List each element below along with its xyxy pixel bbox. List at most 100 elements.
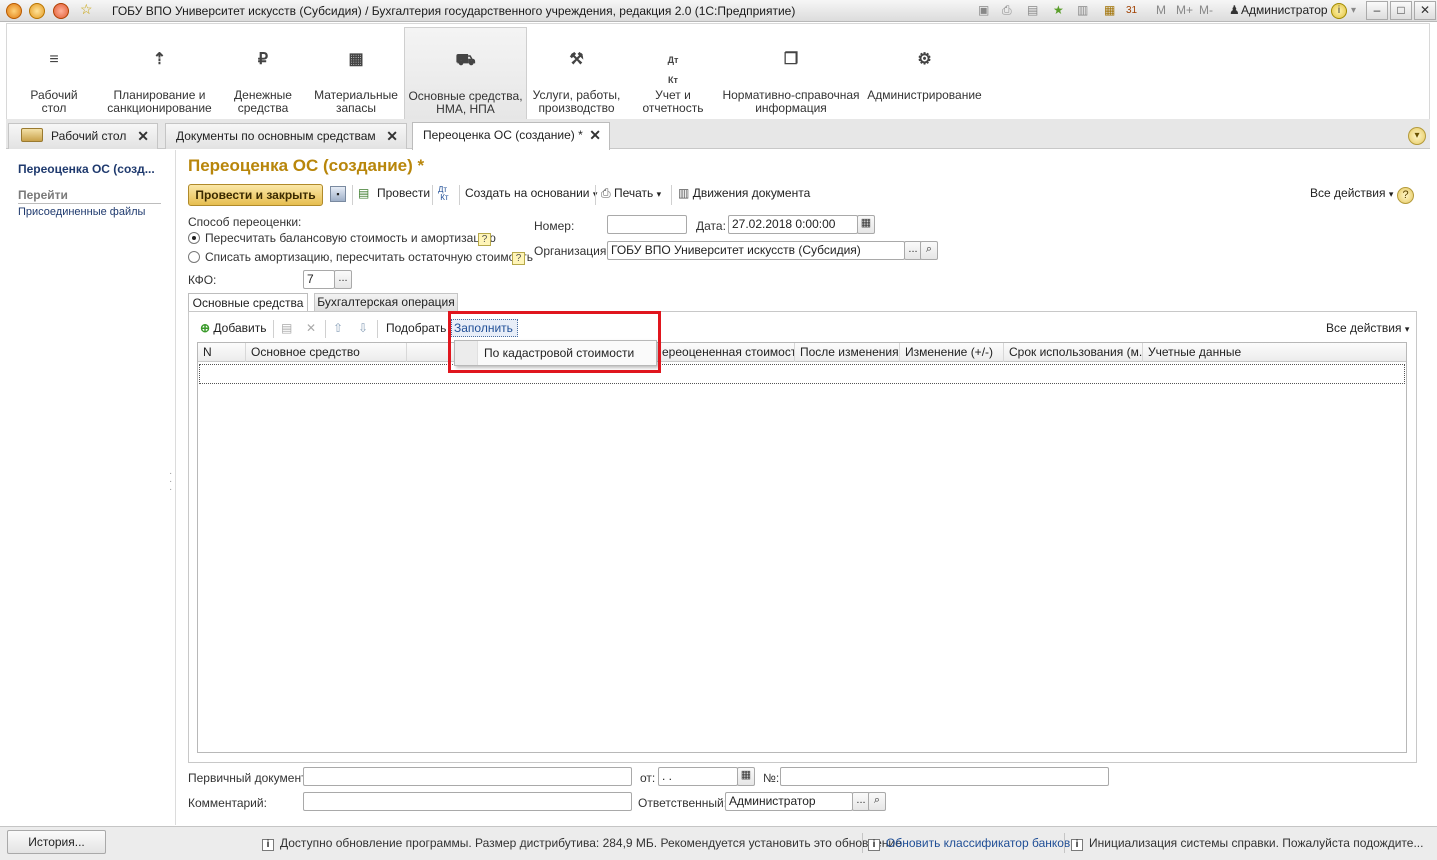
- section-administration[interactable]: ⚙ Администрирование: [867, 24, 982, 120]
- comment-field[interactable]: [303, 792, 632, 811]
- from-date-field[interactable]: . .: [658, 767, 738, 786]
- help-icon[interactable]: ?: [1397, 187, 1414, 204]
- column-header-n[interactable]: N: [198, 343, 246, 362]
- move-up-icon[interactable]: ⇧: [333, 321, 343, 335]
- from-date-label: от:: [640, 771, 656, 785]
- organization-field[interactable]: ГОБУ ВПО Университет искусств (Субсидия): [607, 241, 905, 260]
- column-header-revalued-cost[interactable]: ереоцененная стоимость: [657, 343, 795, 362]
- calendar-icon[interactable]: ▦: [857, 215, 875, 234]
- save-icon[interactable]: ▣: [978, 3, 989, 17]
- add-row-button[interactable]: ⊕ Добавить: [200, 321, 266, 335]
- planning-icon: ⇡: [152, 51, 167, 68]
- section-inventory[interactable]: ▦ Материальные запасы: [312, 24, 400, 120]
- column-header-asset[interactable]: Основное средство: [246, 343, 407, 362]
- maximize-button[interactable]: □: [1390, 1, 1412, 20]
- help-hint-icon[interactable]: ?: [512, 250, 525, 265]
- close-tab-icon[interactable]: ✕: [386, 124, 398, 148]
- tab-fixed-assets[interactable]: Основные средства: [188, 293, 308, 312]
- tab-accounting-operation[interactable]: Бухгалтерская операция: [314, 293, 458, 311]
- method-radio-recalculate[interactable]: [188, 232, 200, 244]
- column-header-useful-life[interactable]: Срок использования (м...: [1004, 343, 1143, 362]
- section-fixed-assets[interactable]: ⛟ Основные средства, НМА, НПА: [404, 27, 527, 120]
- navigation-panel: Переоценка ОС (созд... Перейти Присоедин…: [6, 150, 176, 825]
- kfo-select-button[interactable]: ...: [334, 270, 352, 289]
- section-desktop[interactable]: ≡ Рабочий стол: [10, 24, 98, 120]
- info-dropdown-icon[interactable]: ▾: [1351, 5, 1356, 16]
- tab-fixed-assets-documents[interactable]: Документы по основным средствам ✕: [165, 123, 407, 149]
- memory-m-button[interactable]: M: [1156, 3, 1166, 17]
- favorites-add-icon[interactable]: ★: [1053, 3, 1064, 17]
- close-tab-icon[interactable]: ✕: [137, 124, 149, 148]
- tabs-menu-icon[interactable]: ▾: [1408, 127, 1426, 145]
- post-button[interactable]: Провести: [377, 186, 430, 200]
- close-tab-icon[interactable]: ✕: [589, 123, 601, 147]
- user-name[interactable]: Администратор: [1241, 3, 1328, 17]
- status-divider: [862, 833, 863, 853]
- table-all-actions-button[interactable]: Все действия ▾: [1326, 321, 1409, 335]
- favorite-star-icon[interactable]: ☆: [80, 1, 93, 18]
- all-actions-label: Все действия: [1310, 186, 1386, 200]
- method-option1-label[interactable]: Пересчитать балансовую стоимость и аморт…: [205, 231, 496, 245]
- date-field[interactable]: 27.02.2018 0:00:00: [728, 215, 858, 234]
- move-down-icon[interactable]: ⇩: [358, 321, 368, 335]
- column-header-after-change[interactable]: После изменения: [795, 343, 900, 362]
- copy-row-icon[interactable]: ▤: [281, 321, 292, 335]
- close-window-button[interactable]: ✕: [1414, 1, 1436, 20]
- doc-number-field[interactable]: [780, 767, 1109, 786]
- tab-desktop[interactable]: Рабочий стол ✕: [8, 123, 158, 149]
- app-logo-icon[interactable]: [6, 3, 22, 19]
- method-option2-label[interactable]: Списать амортизацию, пересчитать остаточ…: [205, 250, 533, 264]
- bookmark-icon[interactable]: ▥: [1077, 3, 1088, 17]
- memory-mminus-button[interactable]: M-: [1199, 3, 1213, 17]
- toolbar-divider: [459, 185, 460, 205]
- inventory-icon: ▦: [348, 51, 364, 68]
- debit-credit-icon[interactable]: Дт Кт: [438, 186, 449, 202]
- kfo-field[interactable]: 7: [303, 270, 335, 289]
- column-header-change[interactable]: Изменение (+/-): [900, 343, 1004, 362]
- highlight-box: [448, 311, 661, 373]
- nav-attached-files-link[interactable]: Присоединенные файлы: [18, 206, 145, 218]
- method-radio-writeoff[interactable]: [188, 251, 200, 263]
- create-based-on-button[interactable]: Создать на основании ▾: [465, 186, 597, 200]
- number-field[interactable]: [607, 215, 687, 234]
- print-button[interactable]: ⎙ Печать ▾: [601, 186, 661, 201]
- all-actions-button[interactable]: Все действия ▾: [1310, 186, 1393, 200]
- splitter-handle[interactable]: · · ·: [169, 469, 172, 495]
- section-reference[interactable]: ❐ Нормативно-справочная информация: [721, 24, 861, 120]
- minimize-button[interactable]: –: [1366, 1, 1388, 20]
- assets-table[interactable]: [197, 342, 1407, 753]
- help-init-message[interactable]: i Инициализация системы справки. Пожалуйс…: [1071, 836, 1423, 851]
- calendar-icon[interactable]: ▦: [737, 767, 755, 786]
- help-hint-icon[interactable]: ?: [478, 231, 491, 246]
- tab-revaluation[interactable]: Переоценка ОС (создание) * ✕: [412, 122, 610, 150]
- memory-mplus-button[interactable]: M+: [1176, 3, 1193, 17]
- section-planning[interactable]: ⇡ Планирование и санкционирование: [102, 24, 217, 120]
- table-row[interactable]: [199, 364, 1405, 384]
- menu-icon[interactable]: [29, 3, 45, 19]
- print-icon[interactable]: ⎙: [1002, 3, 1012, 18]
- post-and-close-button[interactable]: Провести и закрыть: [188, 184, 323, 206]
- section-accounting[interactable]: Дт Кт Учет и отчетность: [631, 24, 715, 120]
- document-movements-button[interactable]: ▥ Движения документа: [678, 186, 810, 200]
- info-icon[interactable]: i: [1331, 3, 1347, 19]
- preview-icon[interactable]: ▤: [1027, 3, 1038, 17]
- responsible-open-search-icon[interactable]: ⌕: [868, 792, 886, 811]
- update-available-message[interactable]: i Доступно обновление программы. Размер д…: [262, 836, 905, 851]
- stop-icon[interactable]: [53, 3, 69, 19]
- user-icon: ♟: [1229, 3, 1240, 17]
- section-services[interactable]: ⚒ Услуги, работы, производство: [529, 24, 624, 120]
- pick-button[interactable]: Подобрать: [386, 321, 446, 335]
- update-banks-link[interactable]: i Обновить классификатор банков: [868, 836, 1070, 851]
- primary-document-field[interactable]: [303, 767, 632, 786]
- section-money[interactable]: ₽ Денежные средства: [219, 24, 307, 120]
- date-label: Дата:: [696, 219, 726, 233]
- nav-current-document[interactable]: Переоценка ОС (созд...: [18, 162, 155, 176]
- save-document-icon[interactable]: ▪: [330, 186, 346, 202]
- calendar-icon[interactable]: 31: [1126, 5, 1137, 16]
- organization-open-search-icon[interactable]: ⌕: [920, 241, 938, 260]
- history-button[interactable]: История...: [7, 830, 106, 854]
- calculator-icon[interactable]: ▦: [1104, 3, 1115, 17]
- column-header-accounting-data[interactable]: Учетные данные: [1143, 343, 1406, 362]
- delete-row-icon[interactable]: ✕: [306, 321, 316, 335]
- responsible-field[interactable]: Администратор: [725, 792, 853, 811]
